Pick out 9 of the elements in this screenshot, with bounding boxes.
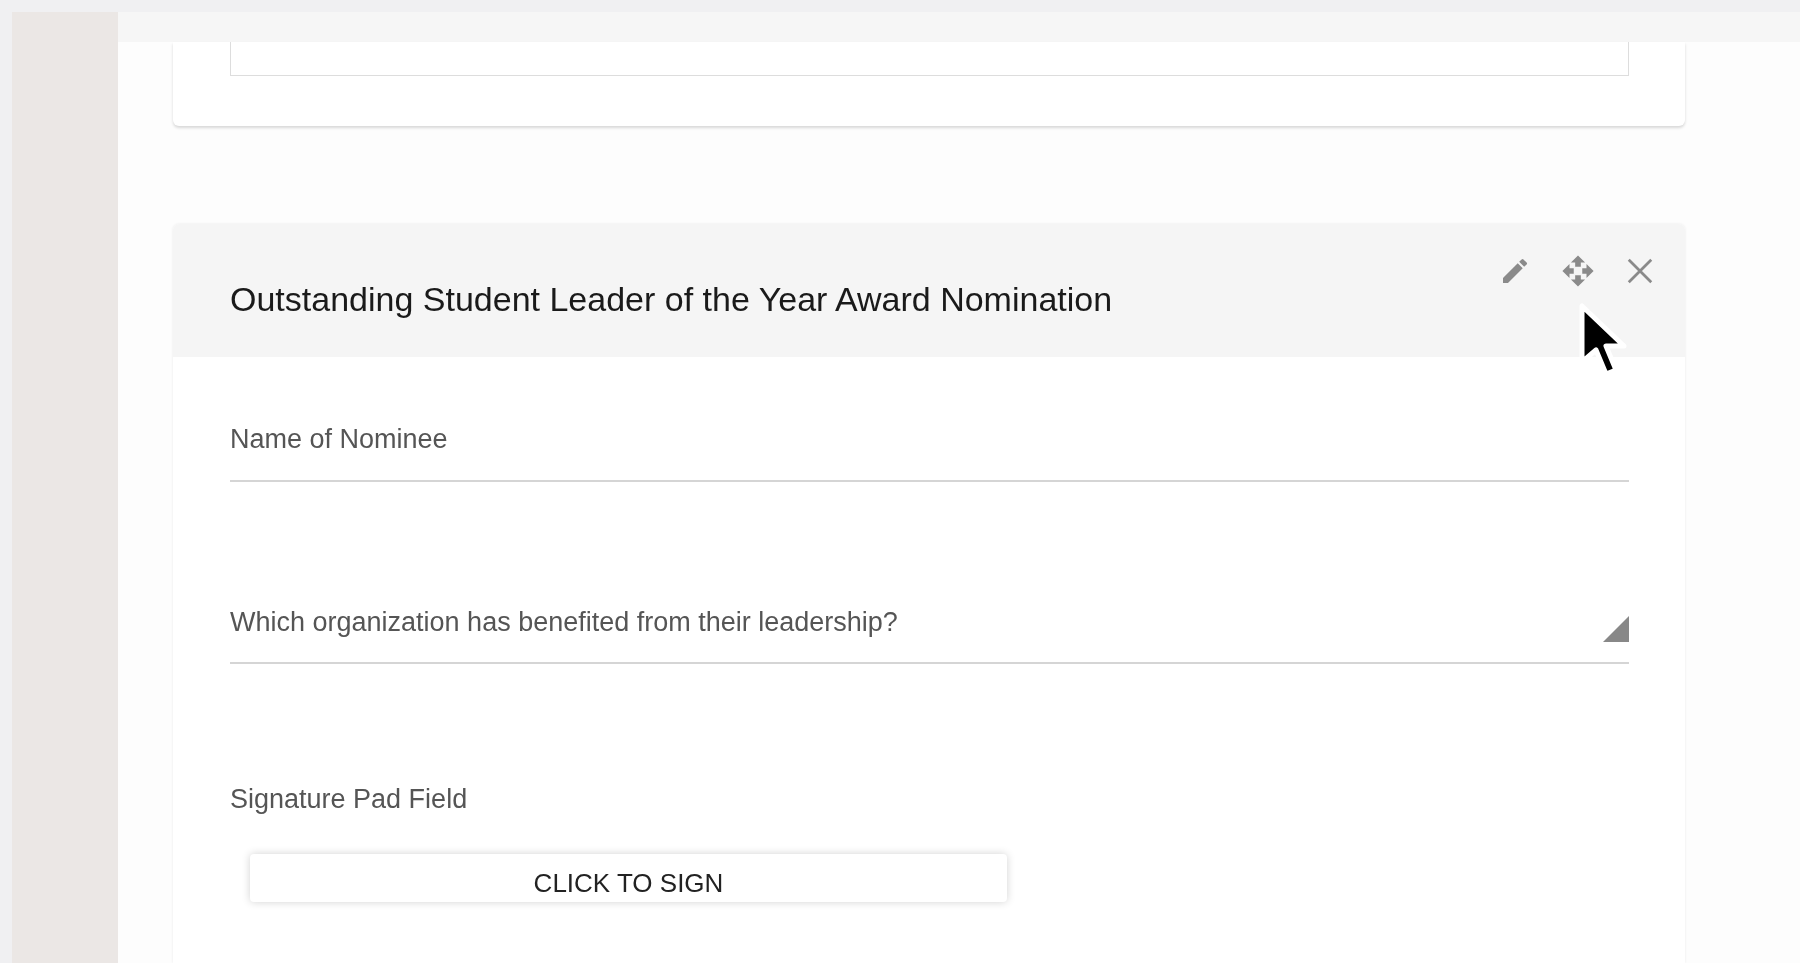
textarea-field[interactable]: Which organization has benefited from their leadership?: [230, 601, 1629, 664]
field-label: Signature Pad Field: [230, 783, 469, 816]
text-field[interactable]: Name of Nominee: [230, 419, 1629, 482]
click-to-sign-button[interactable]: CLICK TO SIGN: [250, 853, 1007, 902]
input-field[interactable]: [230, 42, 1629, 76]
resize-handle-icon[interactable]: [1603, 616, 1629, 642]
form-title: Outstanding Student Leader of the Year Award Nomination: [230, 279, 1113, 320]
close-icon[interactable]: [1625, 256, 1655, 286]
move-icon[interactable]: [1561, 254, 1595, 288]
